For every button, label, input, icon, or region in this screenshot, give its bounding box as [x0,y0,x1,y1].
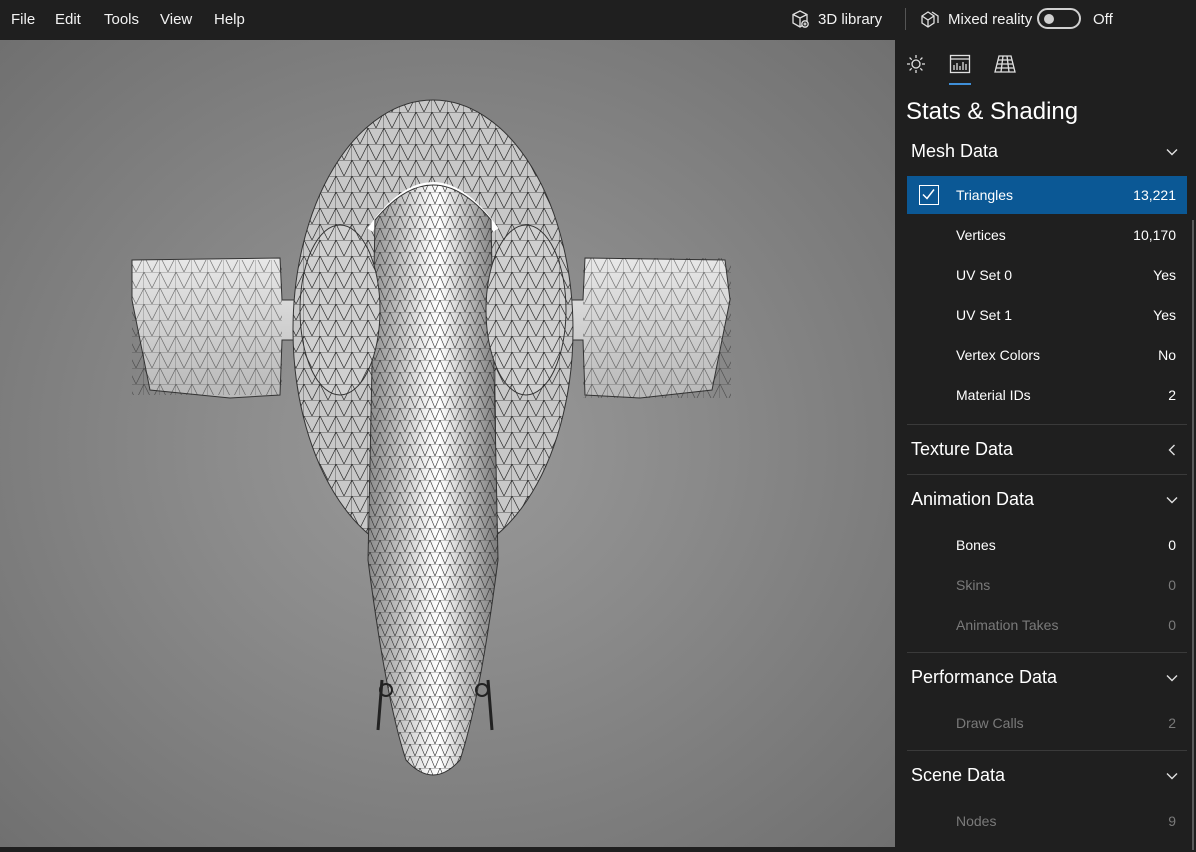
stat-row-uv-set-0[interactable]: UV Set 0 Yes [907,256,1187,294]
menu-file[interactable]: File [11,11,35,28]
stats-panel: Stats & Shading Mesh Data Triangles 13,2… [895,40,1196,852]
stats-tab[interactable] [948,53,972,75]
animation-data-header[interactable]: Animation Data [911,487,1187,517]
toolbar-divider [905,8,906,30]
chevron-left-icon [1168,444,1175,456]
texture-data-header[interactable]: Texture Data [911,437,1187,467]
stat-name: Vertex Colors [956,347,1041,363]
stat-name: Bones [956,537,996,553]
stat-name: Draw Calls [956,715,1024,731]
grid-tab[interactable] [993,53,1017,75]
performance-data-header[interactable]: Performance Data [911,665,1187,695]
mesh-data-header[interactable]: Mesh Data [911,139,1187,169]
active-tab-indicator [949,83,971,85]
stat-row-vertex-colors[interactable]: Vertex Colors No [907,336,1187,374]
stat-row-animation-takes: Animation Takes 0 [907,606,1187,644]
stat-value: 0 [1168,577,1176,593]
checkmark-icon [922,189,935,200]
stat-value: No [1158,347,1176,363]
stat-name: Triangles [956,187,1014,203]
stat-row-vertices[interactable]: Vertices 10,170 [907,216,1187,254]
stat-value: Yes [1153,267,1176,283]
stat-value: 2 [1168,715,1176,731]
3d-library-label: 3D library [818,10,883,28]
chevron-down-icon [1166,497,1178,504]
mixed-reality-label-group: Mixed reality [920,8,1032,30]
mixed-reality-icon [921,11,939,28]
stat-value: 10,170 [1133,227,1176,243]
section-divider [907,652,1187,653]
wireframe-model [131,99,731,776]
stat-name: Vertices [956,227,1006,243]
mixed-reality-label: Mixed reality [948,10,1033,28]
menu-view[interactable]: View [160,11,192,28]
section-label: Mesh Data [911,141,999,161]
menu-bar: File Edit Tools View Help 3D library Mix… [0,0,1196,40]
chevron-down-icon [1166,675,1178,682]
stat-name: Animation Takes [956,617,1059,633]
menu-tools[interactable]: Tools [104,11,139,28]
lighting-tab[interactable] [904,53,928,75]
grid-icon [994,55,1016,73]
stat-row-triangles[interactable]: Triangles 13,221 [907,176,1187,214]
panel-title: Stats & Shading [906,98,1079,125]
section-label: Scene Data [911,765,1006,785]
stat-row-material-ids[interactable]: Material IDs 2 [907,376,1187,414]
stat-row-nodes: Nodes 9 [907,802,1187,840]
stat-row-uv-set-1[interactable]: UV Set 1 Yes [907,296,1187,334]
section-divider [907,424,1187,425]
checkbox[interactable] [919,185,939,205]
stat-value: 2 [1168,387,1176,403]
stat-name: Skins [956,577,991,593]
stat-value: 0 [1168,617,1176,633]
section-divider [907,474,1187,475]
chevron-down-icon [1166,773,1178,780]
sun-icon [907,55,925,73]
stat-value: 13,221 [1133,187,1176,203]
chevron-down-icon [1166,149,1178,156]
3d-library-button[interactable]: 3D library [790,8,882,30]
stat-name: Material IDs [956,387,1031,403]
toggle-state-label: Off [1093,11,1113,28]
cube-icon [792,10,809,28]
stat-value: 9 [1168,813,1176,829]
stat-value: 0 [1168,537,1176,553]
stat-row-skins: Skins 0 [907,566,1187,604]
stat-row-draw-calls: Draw Calls 2 [907,704,1187,742]
mixed-reality-toggle[interactable] [1037,8,1081,29]
3d-viewport[interactable] [0,40,895,847]
stat-name: UV Set 1 [956,307,1013,323]
toggle-knob [1044,14,1054,24]
section-label: Performance Data [911,667,1058,687]
stat-row-bones[interactable]: Bones 0 [907,526,1187,564]
stat-name: UV Set 0 [956,267,1013,283]
panel-scrollbar[interactable] [1192,220,1194,850]
menu-help[interactable]: Help [214,11,245,28]
section-label: Animation Data [911,489,1035,509]
stats-icon [949,54,971,74]
scene-data-header[interactable]: Scene Data [911,763,1187,793]
section-divider [907,750,1187,751]
menu-edit[interactable]: Edit [55,11,81,28]
stat-name: Nodes [956,813,997,829]
stat-value: Yes [1153,307,1176,323]
section-label: Texture Data [911,439,1014,459]
